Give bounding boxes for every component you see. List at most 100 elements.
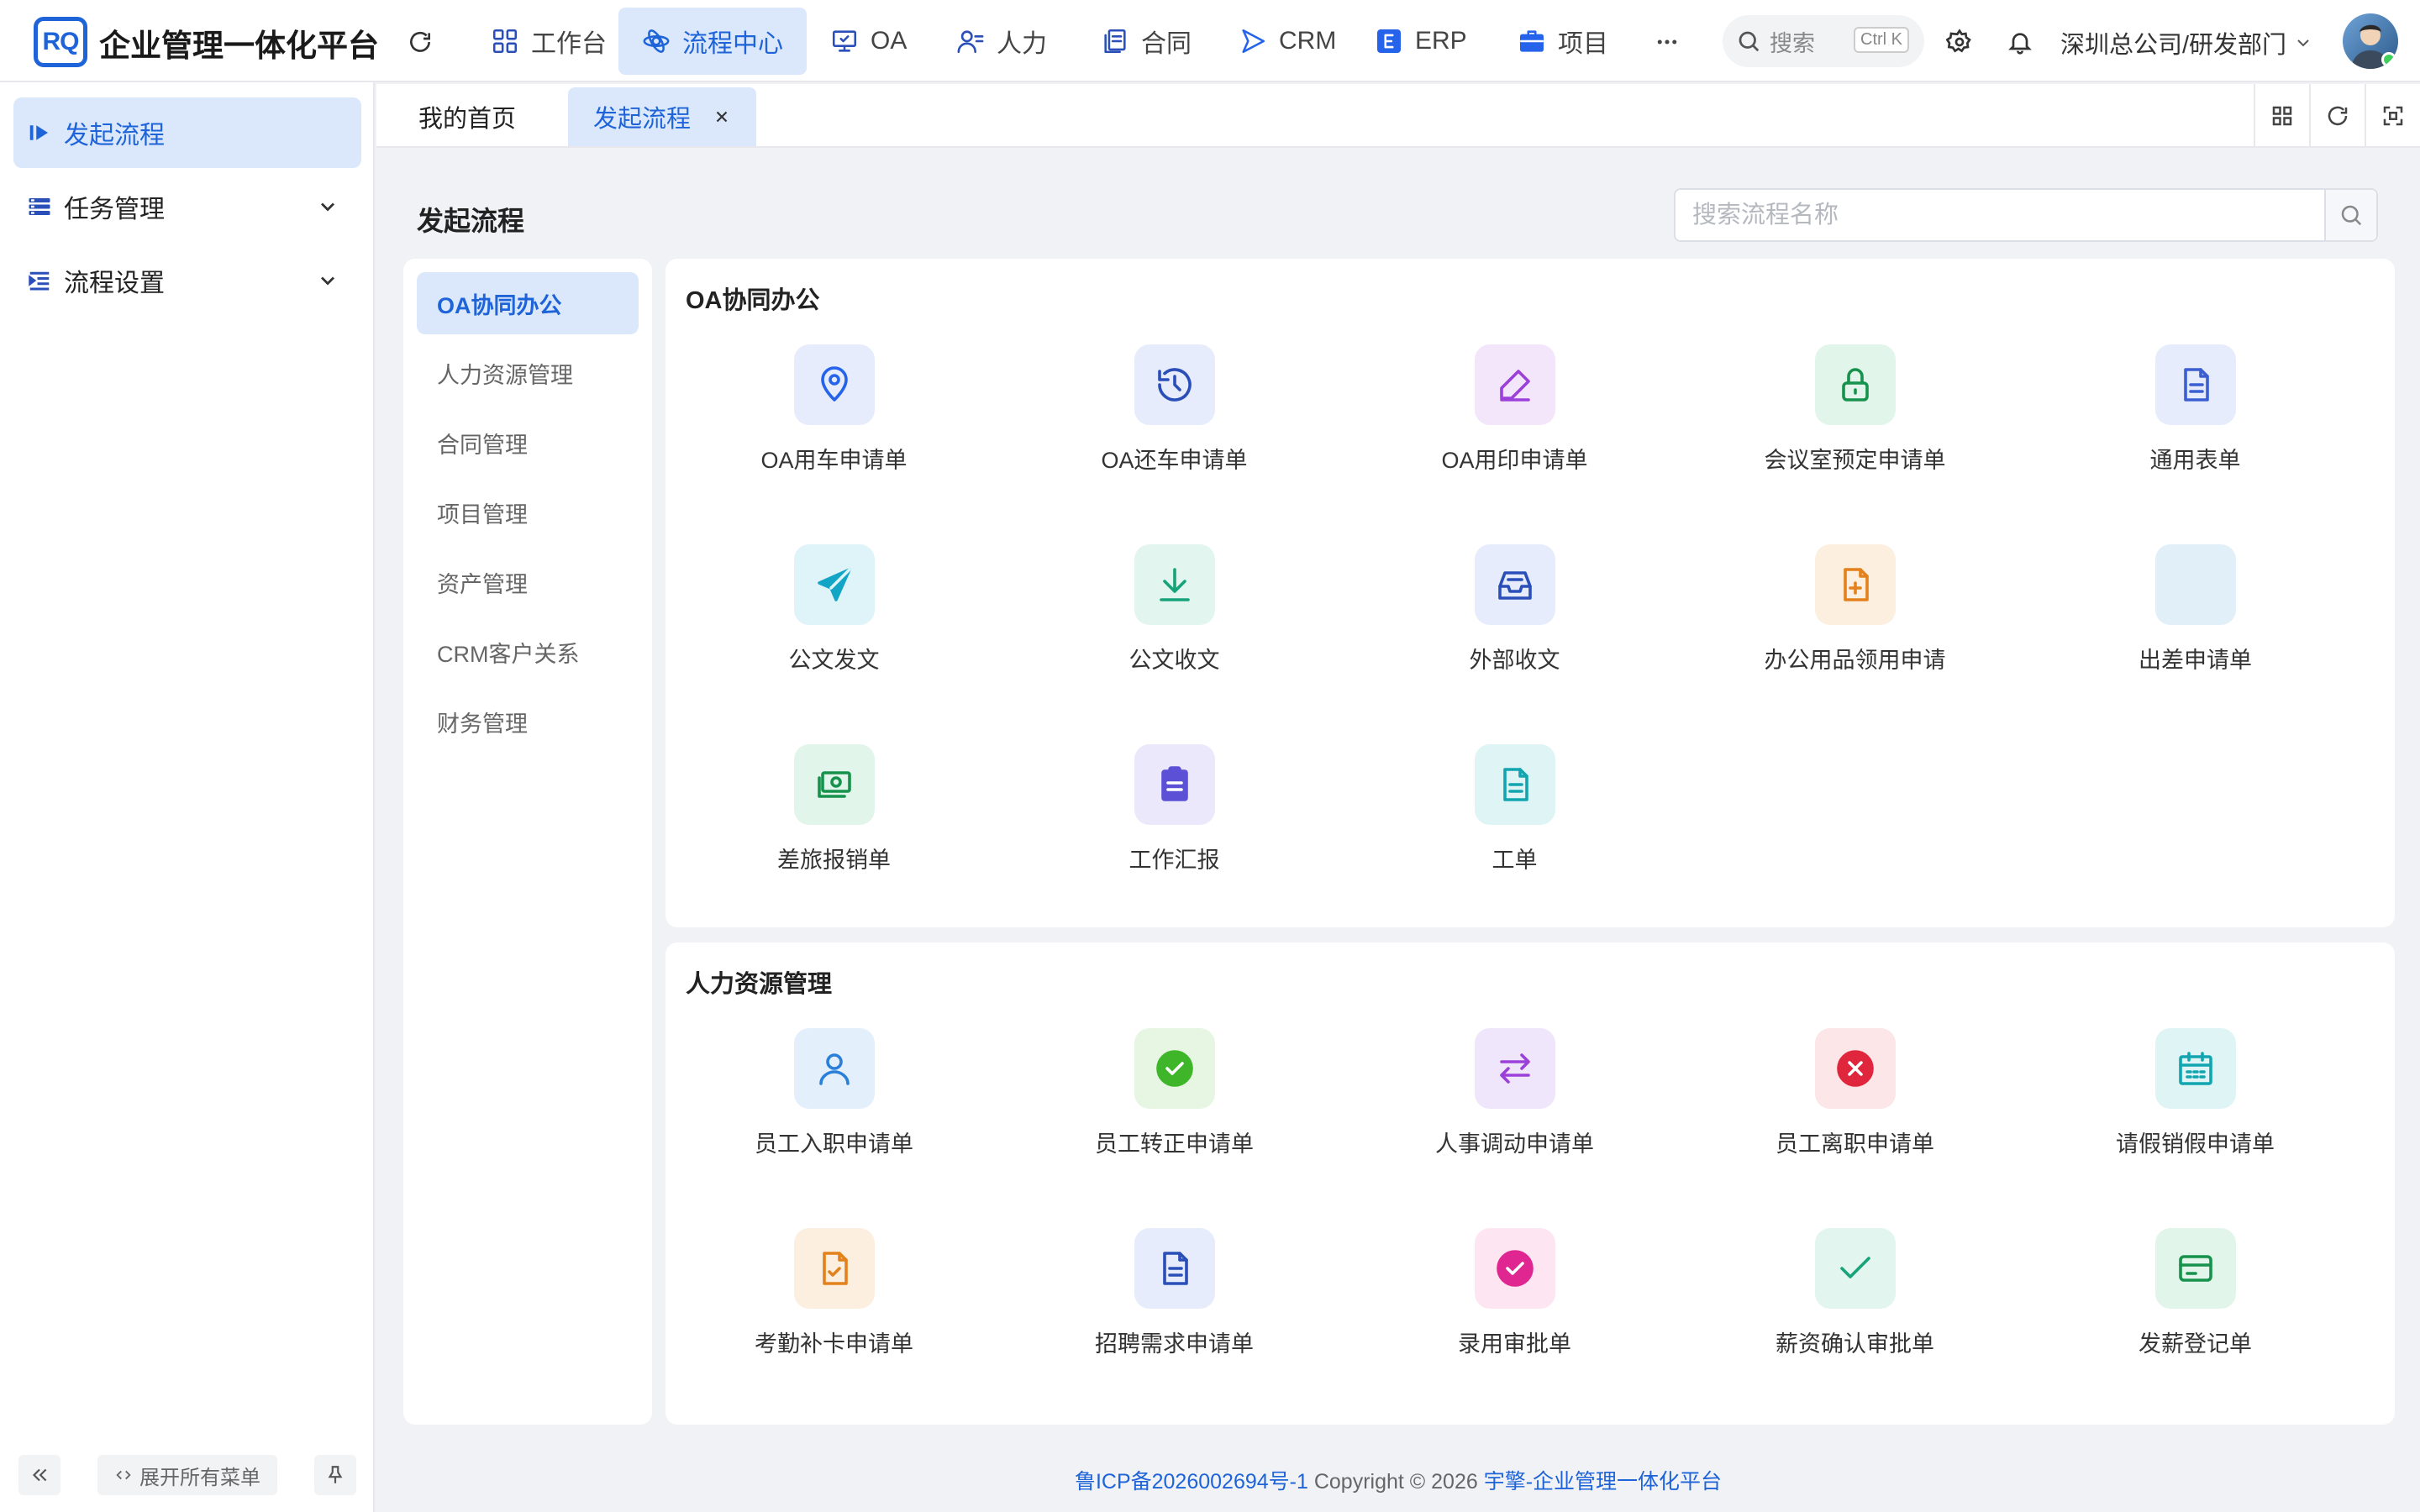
process-card[interactable]: 工作汇报 xyxy=(1004,744,1344,912)
logo-text: RQ xyxy=(42,28,80,55)
nav-tab-project[interactable]: 项目 xyxy=(1494,8,1632,75)
nav-tab-erp[interactable]: ERP xyxy=(1351,8,1491,75)
section-title: 人力资源管理 xyxy=(686,971,833,998)
process-card[interactable]: 出差申请单 xyxy=(2025,544,2365,712)
nav-tab-hr[interactable]: 人力 xyxy=(933,8,1071,75)
bell-icon[interactable] xyxy=(2002,24,2039,60)
collapse-sidebar-button[interactable] xyxy=(18,1455,60,1495)
gear-icon[interactable] xyxy=(1941,24,1978,60)
check-circle-icon xyxy=(1474,1228,1555,1309)
category-item[interactable]: 财务管理 xyxy=(417,690,639,753)
process-search-button[interactable] xyxy=(2324,190,2376,240)
process-card[interactable]: 员工转正申请单 xyxy=(1004,1028,1344,1196)
process-card[interactable]: 考勤补卡申请单 xyxy=(664,1228,1004,1396)
process-label: 出差申请单 xyxy=(2139,648,2252,673)
category-item[interactable]: CRM客户关系 xyxy=(417,621,639,683)
inbox-icon xyxy=(1474,544,1555,625)
process-card[interactable]: 发薪登记单 xyxy=(2025,1228,2365,1396)
section-hr: 人力资源管理 员工入职申请单 员工转正申请单 人事调动申请单 员工离职申请单 请假销假申… xyxy=(666,942,2395,1425)
category-item[interactable]: 人力资源管理 xyxy=(417,342,639,404)
category-list: OA协同办公 人力资源管理 合同管理项目管理资产管理 CRM客户关系 财务管理 xyxy=(403,259,652,1425)
pin-sidebar-button[interactable] xyxy=(314,1455,356,1495)
category-item[interactable]: 项目管理 xyxy=(417,481,639,543)
tab-start-process[interactable]: 发起流程 xyxy=(568,87,757,146)
process-card[interactable]: 差旅报销单 xyxy=(664,744,1004,912)
file-check-icon xyxy=(793,1228,875,1309)
process-card[interactable]: 人事调动申请单 xyxy=(1344,1028,1685,1196)
tab-refresh-button[interactable] xyxy=(2309,84,2365,148)
sidebar: 发起流程 任务管理 流程设置 展开所有菜单 xyxy=(0,82,375,1512)
process-card[interactable]: 员工入职申请单 xyxy=(664,1028,1004,1196)
process-label: 人事调动申请单 xyxy=(1435,1131,1594,1157)
category-item[interactable]: 合同管理 xyxy=(417,412,639,474)
file-text-icon xyxy=(1134,1228,1215,1309)
play-icon xyxy=(29,125,48,140)
process-card[interactable]: OA用印申请单 xyxy=(1344,344,1685,512)
process-card[interactable]: 外部收文 xyxy=(1344,544,1685,712)
process-label: 办公用品领用申请 xyxy=(1764,648,1946,673)
grid-icon xyxy=(2272,106,2292,126)
history-icon xyxy=(1134,344,1215,425)
hr-icon xyxy=(956,27,985,55)
nav-tab-oa[interactable]: OA xyxy=(807,8,930,75)
process-card[interactable]: OA还车申请单 xyxy=(1004,344,1344,512)
process-label: 员工离职申请单 xyxy=(1776,1131,1934,1157)
process-card[interactable]: 办公用品领用申请 xyxy=(1685,544,2025,712)
tab-layout-button[interactable] xyxy=(2254,84,2309,148)
nav-tab-workflow[interactable]: 流程中心 xyxy=(618,8,807,75)
page-title: 发起流程 xyxy=(417,206,525,236)
refresh-icon[interactable] xyxy=(403,25,437,59)
x-circle-icon xyxy=(1814,1028,1896,1109)
project-icon xyxy=(1518,27,1546,55)
close-icon[interactable] xyxy=(713,108,731,126)
paper-plane-icon xyxy=(793,544,875,625)
app-logo[interactable]: RQ xyxy=(34,17,87,67)
process-search xyxy=(1674,188,2378,242)
sidebar-item-process-settings[interactable]: 流程设置 xyxy=(13,245,361,316)
process-label: 工作汇报 xyxy=(1128,848,1220,873)
sidebar-footer: 展开所有菜单 xyxy=(0,1445,375,1512)
global-search[interactable]: 搜索 Ctrl K xyxy=(1723,15,1924,67)
clipboard-icon xyxy=(1134,744,1215,825)
process-card[interactable]: 员工离职申请单 xyxy=(1685,1028,2025,1196)
nav-tab-label: ERP xyxy=(1415,27,1467,55)
icp-link[interactable]: 鲁ICP备2026002694号-1 xyxy=(1075,1470,1308,1494)
file-text-icon xyxy=(1474,744,1555,825)
process-card[interactable]: 请假销假申请单 xyxy=(2025,1028,2365,1196)
nav-tab-label: CRM xyxy=(1279,27,1337,55)
process-card[interactable]: 录用审批单 xyxy=(1344,1228,1685,1396)
fullscreen-button[interactable] xyxy=(2365,84,2420,148)
more-icon[interactable] xyxy=(1649,25,1686,59)
nav-tab-dashboard[interactable]: 工作台 xyxy=(467,8,630,75)
process-card[interactable]: 公文发文 xyxy=(664,544,1004,712)
nav-tab-crm[interactable]: CRM xyxy=(1215,8,1360,75)
sidebar-item-task-management[interactable]: 任务管理 xyxy=(13,171,361,242)
nav-tab-contract[interactable]: 合同 xyxy=(1077,8,1215,75)
workflow-icon xyxy=(642,27,671,55)
process-card[interactable]: 会议室预定申请单 xyxy=(1685,344,2025,512)
category-item[interactable]: OA协同办公 xyxy=(417,272,639,334)
process-card[interactable]: 薪资确认审批单 xyxy=(1685,1228,2025,1396)
process-card[interactable]: 公文收文 xyxy=(1004,544,1344,712)
process-card[interactable]: 通用表单 xyxy=(2025,344,2365,512)
process-label: 公文收文 xyxy=(1128,648,1220,673)
chevron-down-icon xyxy=(321,276,334,286)
process-card[interactable]: 工单 xyxy=(1344,744,1685,912)
process-search-input[interactable] xyxy=(1676,190,2324,240)
avatar[interactable] xyxy=(2343,13,2398,69)
sidebar-item-start-process[interactable]: 发起流程 xyxy=(13,97,361,168)
category-item[interactable]: 资产管理 xyxy=(417,551,639,613)
org-switcher[interactable]: 深圳总公司/研发部门 xyxy=(2060,25,2313,60)
nav-tab-label: 合同 xyxy=(1141,30,1192,58)
process-card[interactable]: OA用车申请单 xyxy=(664,344,1004,512)
process-label: OA用印申请单 xyxy=(1441,448,1588,473)
user-icon xyxy=(793,1028,875,1109)
sidebar-item-label: 任务管理 xyxy=(64,196,165,223)
process-card[interactable]: 招聘需求申请单 xyxy=(1004,1228,1344,1396)
document-icon xyxy=(2154,344,2236,425)
tab-my-home[interactable]: 我的首页 xyxy=(393,87,541,146)
expand-all-menus-button[interactable]: 展开所有菜单 xyxy=(97,1455,277,1495)
brand-link[interactable]: 宇擎-企业管理一体化平台 xyxy=(1484,1470,1722,1494)
process-label: 员工入职申请单 xyxy=(755,1131,913,1157)
search-icon xyxy=(2341,205,2362,226)
